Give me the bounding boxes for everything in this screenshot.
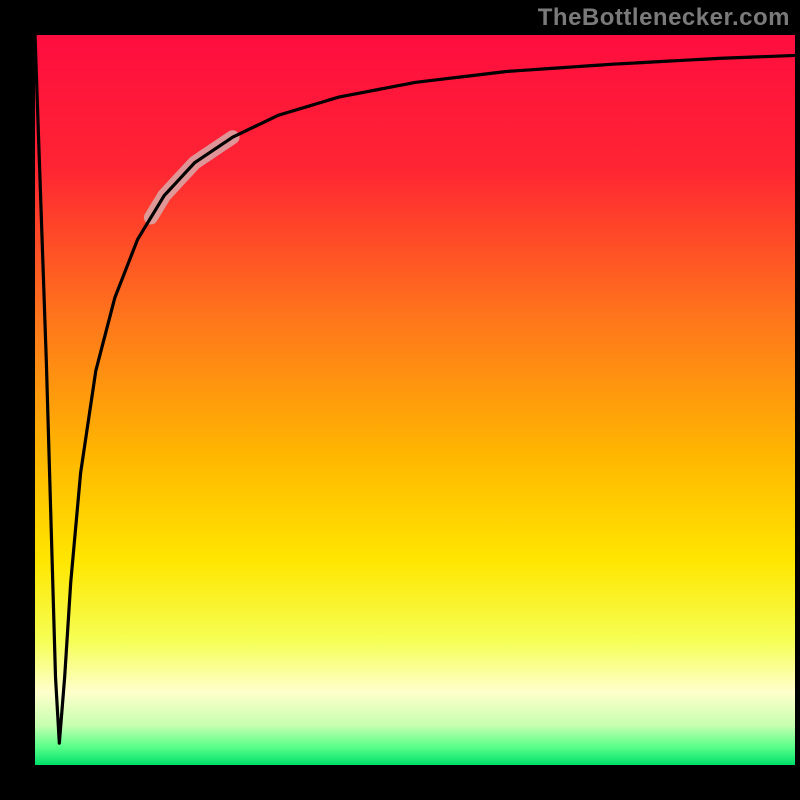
chart-frame: TheBottlenecker.com [0,0,800,800]
curve-layer [35,35,795,765]
bottleneck-curve [35,35,795,743]
watermark-text: TheBottlenecker.com [538,4,790,32]
highlight-segment [151,137,233,217]
plot-area [35,35,795,765]
